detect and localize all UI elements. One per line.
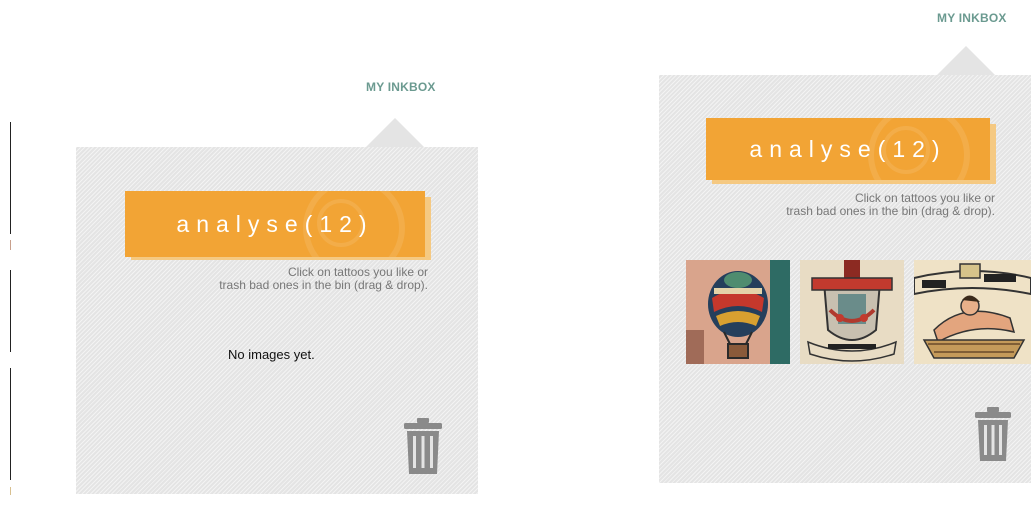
left-edge-marker (10, 487, 11, 495)
left-edge-line (10, 270, 11, 352)
left-edge-line (10, 368, 11, 480)
trash-bin-icon[interactable] (402, 417, 444, 475)
tattoo-image (686, 260, 790, 364)
inbox-title: MY INKBOX (366, 80, 436, 94)
instructions-line: trash bad ones in the bin (drag & drop). (786, 204, 995, 218)
left-edge-line (10, 122, 11, 234)
tattoo-image (914, 260, 1031, 364)
panel-notch (936, 46, 996, 76)
instructions-text: Click on tattoos you like or trash bad o… (702, 192, 995, 218)
analyse-button[interactable]: analyse(12) (125, 191, 425, 257)
tattoo-image (800, 260, 904, 364)
analyse-button-label: analyse(12) (176, 210, 374, 237)
instructions-text: Click on tattoos you like or trash bad o… (140, 266, 428, 292)
tattoo-pinup-banner-thumbnail[interactable] (914, 260, 1031, 364)
inbox-title: MY INKBOX (937, 11, 1007, 25)
left-edge-marker (10, 240, 11, 250)
analyse-button-label: analyse(12) (749, 135, 947, 162)
tattoo-hot-air-balloon-thumbnail[interactable] (686, 260, 790, 364)
trash-bin-icon[interactable] (973, 406, 1013, 462)
instructions-line: trash bad ones in the bin (drag & drop). (219, 278, 428, 292)
tattoo-sailor-crest-thumbnail[interactable] (800, 260, 904, 364)
analyse-button[interactable]: analyse(12) (706, 118, 990, 180)
empty-state-message: No images yet. (228, 347, 315, 362)
panel-notch (365, 118, 425, 148)
